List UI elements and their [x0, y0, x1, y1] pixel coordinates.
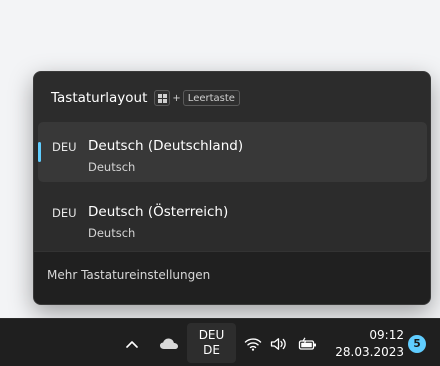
clock-date: 28.03.2023	[335, 345, 404, 359]
shortcut-plus: +	[172, 92, 181, 104]
notification-badge[interactable]: 5	[408, 335, 426, 353]
onedrive-cloud-icon	[160, 338, 178, 349]
layout-code: DEU	[52, 140, 77, 154]
more-keyboard-settings-link[interactable]: Mehr Tastatureinstellungen	[47, 268, 210, 282]
clock-time: 09:12	[369, 328, 404, 342]
language-code: DEU	[198, 328, 225, 342]
windows-key	[154, 90, 171, 106]
layout-name: Deutsch (Deutschland)	[88, 138, 244, 154]
volume-button[interactable]	[268, 333, 290, 355]
language-region: DE	[203, 343, 220, 357]
shortcut-hint: + Leertaste	[154, 90, 240, 106]
chevron-up-icon	[126, 341, 138, 348]
layout-code: DEU	[52, 206, 77, 220]
taskbar: DEU DE 09:12 28.03.2023 5	[0, 318, 440, 366]
battery-button[interactable]	[296, 333, 320, 355]
show-hidden-icons-button[interactable]	[120, 333, 144, 355]
space-key: Leertaste	[182, 90, 240, 106]
network-button[interactable]	[242, 333, 264, 355]
flyout-footer: Mehr Tastatureinstellungen	[34, 251, 430, 304]
layout-item-deutsch-deutschland[interactable]: DEU Deutsch (Deutschland) Deutsch	[38, 122, 427, 182]
battery-icon	[298, 337, 316, 350]
selected-indicator	[38, 142, 41, 162]
layout-language: Deutsch	[88, 226, 136, 240]
flyout-title: Tastaturlayout	[51, 90, 148, 106]
layout-item-deutsch-oesterreich[interactable]: DEU Deutsch (Österreich) Deutsch	[38, 188, 427, 248]
flyout-header: Tastaturlayout + Leertaste	[51, 88, 240, 108]
layout-list: DEU Deutsch (Deutschland) Deutsch DEU De…	[38, 122, 427, 254]
layout-language: Deutsch	[88, 160, 136, 174]
keyboard-layout-flyout: Tastaturlayout + Leertaste DEU Deutsch (…	[33, 71, 431, 305]
layout-name: Deutsch (Österreich)	[88, 204, 229, 220]
onedrive-button[interactable]	[156, 333, 182, 355]
windows-logo-icon	[157, 93, 167, 103]
wifi-icon	[244, 338, 262, 351]
clock-button[interactable]: 09:12 28.03.2023	[330, 325, 404, 363]
input-language-button[interactable]: DEU DE	[187, 323, 236, 363]
volume-icon	[270, 338, 286, 350]
